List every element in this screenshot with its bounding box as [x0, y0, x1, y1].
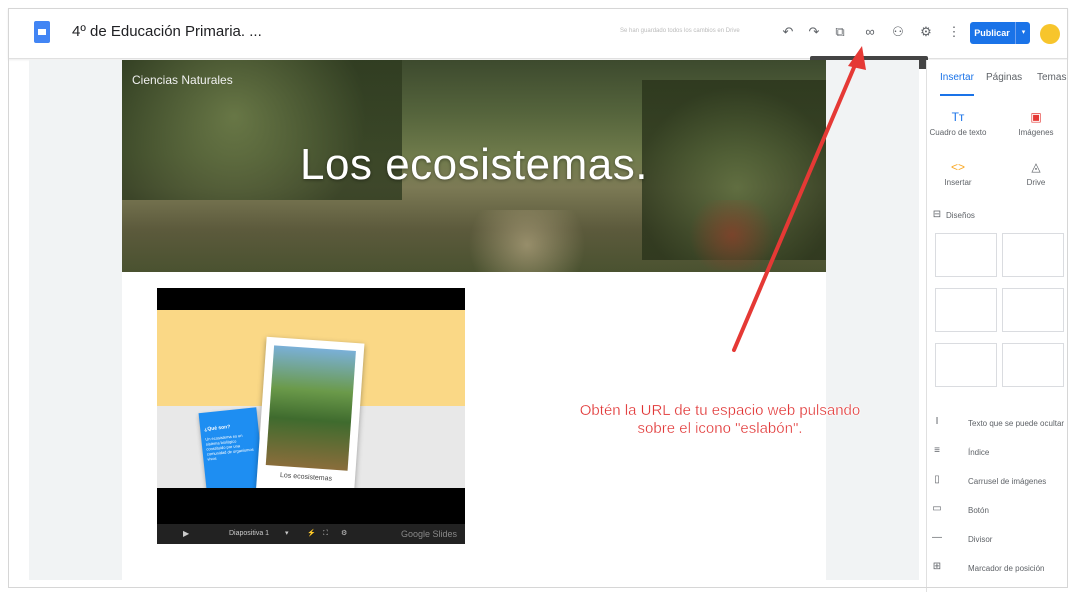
annotation-line-2: sobre el icono "eslabón". [637, 420, 803, 437]
annotation-line-1: Obtén la URL de tu espacio web pulsando [579, 402, 861, 419]
annotation-text: Obtén la URL de tu espacio web pulsando … [520, 402, 920, 438]
annotation-arrow [732, 46, 866, 352]
